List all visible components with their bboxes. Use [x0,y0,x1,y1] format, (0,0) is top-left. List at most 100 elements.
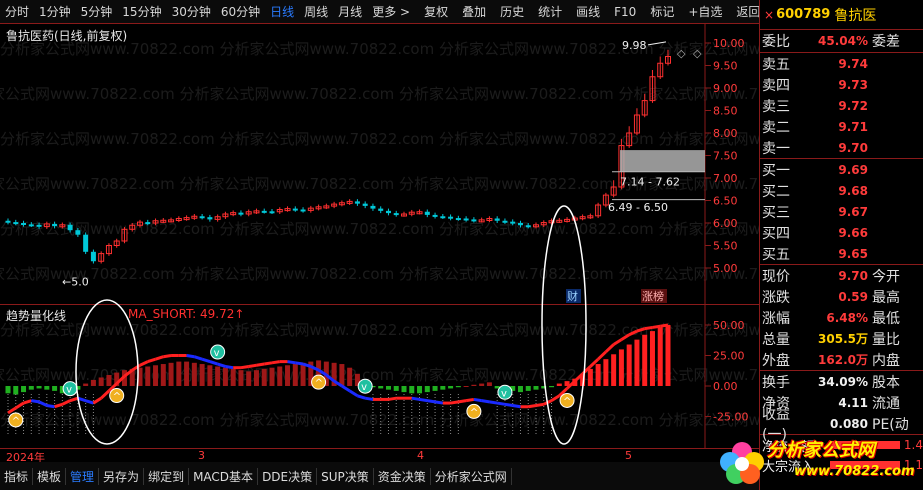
tool-button-2[interactable]: 历史 [495,0,529,24]
quote-label: 换手 [762,374,790,391]
indicator-bar [176,361,182,386]
quote-value: 9.73 [838,77,868,92]
candle-body [292,208,298,211]
indicator-bar [292,364,298,386]
indicator-bar [28,386,34,390]
indicator-bar [432,386,438,391]
indicator-bar [184,361,190,386]
indicator-tab-3[interactable]: 另存为 [99,467,145,485]
candle-body [517,223,523,226]
quote-label: 卖三 [762,98,790,115]
ma-line-segment [512,404,521,409]
ma-line-segment [604,343,615,353]
indicator-chart[interactable]: 分析家公式网www.70822.com 分析家公式网www.70822.com … [0,305,759,449]
period-tab-8[interactable]: 月线 [333,0,367,24]
period-tab-0[interactable]: 分时 [0,0,34,24]
indicator-bar [106,375,112,386]
tool-button-3[interactable]: 统计 [533,0,567,24]
candle-body [300,209,306,212]
tool-button-6[interactable]: 标记 [645,0,679,24]
stats-list: 现价 9.70 今开 涨跌 0.59 最高 涨幅 6.48% 最低 总量 305.5万 量比 外盘 162… [760,265,923,370]
low-label: ←5.0 [62,275,89,288]
period-tab-4[interactable]: 30分钟 [167,0,216,24]
quote-label-2: 量比 [872,331,900,348]
tool-button-0[interactable]: 复权 [419,0,453,24]
svg-text:^: ^ [563,396,571,407]
quote-value: 305.5万 [818,332,868,346]
indicator-tab-5[interactable]: MACD基本 [189,467,259,485]
indicator-bar [145,366,151,386]
time-label-4: 4 [417,449,424,462]
quote-label: 涨幅 [762,310,790,327]
quote-value: 9.69 [838,162,868,177]
quote-panel: × 600789 鲁抗医 委比 45.04% 委差 卖五 9.74 卖四 9.73 卖三… [759,0,923,490]
period-tab-9[interactable]: 更多 > [367,0,415,24]
period-tab-3[interactable]: 15分钟 [117,0,166,24]
quote-label-2: 股本 [872,374,900,391]
quote-row: 换手 34.09% 股本 [760,371,923,392]
quote-row: 卖二 9.71 [760,116,923,137]
ma-line-segment [481,399,490,404]
quote-value: 9.70 [838,140,868,155]
quote-label-2: 最低 [872,310,900,327]
candle-body [494,218,500,221]
quote-value: 9.74 [838,56,868,71]
quote-value: 0.080 [830,416,868,431]
indicator-tab-4[interactable]: 绑定到 [144,467,190,485]
tool-button-5[interactable]: F10 [609,0,641,24]
indicator-tab-1[interactable]: 模板 [33,467,67,485]
period-tab-6[interactable]: 日线 [265,0,299,24]
stock-title: 鲁抗医药(日线,前复权) [6,29,128,43]
indicator-bar [595,364,601,386]
indicator-tab-8[interactable]: 资金决策 [374,467,431,485]
quote-label-2: 今开 [872,268,900,285]
period-tab-1[interactable]: 1分钟 [34,0,76,24]
ma-line-segment [597,350,607,361]
indicator-title[interactable]: 趋势量化线 [6,307,66,324]
indicator-bar [463,386,469,387]
indicator-bar [455,386,461,388]
ma-line-segment [660,323,669,328]
quote-label: 卖二 [762,119,790,136]
candle-body [28,224,34,227]
ma-line-segment [504,402,513,408]
svg-text:涨榜: 涨榜 [642,289,664,303]
indicator-bar [649,331,655,386]
candle-body [448,216,454,219]
indicator-bar [339,364,345,386]
period-tab-7[interactable]: 周线 [299,0,333,24]
ask-list: 卖五 9.74 卖四 9.73 卖三 9.72 卖二 9.71 卖一 9.70 [760,53,923,158]
ma-line-segment [348,389,359,398]
close-icon[interactable]: × [764,8,774,22]
candle-body [145,222,151,225]
quote-label: 买五 [762,246,790,263]
indicator-bar [13,386,19,395]
indicator-bar [549,386,555,388]
quote-label: 买四 [762,225,790,242]
indicator-tab-7[interactable]: SUP决策 [317,467,374,485]
quote-label: 卖五 [762,56,790,73]
tool-button-1[interactable]: 叠加 [457,0,491,24]
indicator-tab-2[interactable]: 管理 [66,467,100,485]
indicator-toolbar: 指标 模板 管理 另存为 绑定到 MACD基本 DDE决策 SUP决策 资金决策 分析家公式网 [0,462,759,490]
svg-text:^: ^ [12,416,20,427]
indicator-tab-9[interactable]: 分析家公式网 [431,467,512,485]
indicator-panel[interactable]: 分析家公式网www.70822.com 分析家公式网www.70822.com … [0,304,759,449]
logo-title: 分析家公式网 [767,440,875,461]
indicator-bar [401,386,407,393]
indicator-bar [657,327,663,386]
indicator-tab-0[interactable]: 指标 [0,467,34,485]
quote-row: 外盘 162.0万 内盘 [760,349,923,370]
ma-line-segment [193,355,203,361]
tool-button-7[interactable]: +自选 [683,0,727,24]
period-tab-5[interactable]: 60分钟 [216,0,265,24]
price-tick: 10.00 [713,37,745,50]
candle-body [432,214,438,217]
tool-button-4[interactable]: 画线 [571,0,605,24]
period-tab-2[interactable]: 5分钟 [76,0,118,24]
indicator-tab-6[interactable]: DDE决策 [258,467,318,485]
ma-line-segment [23,399,32,405]
kline-panel[interactable]: 分析家公式网www.70822.com 分析家公式网www.70822.com … [0,24,759,304]
indicator-bar [556,383,562,386]
kline-chart[interactable]: 分析家公式网www.70822.com 分析家公式网www.70822.com … [0,24,759,304]
